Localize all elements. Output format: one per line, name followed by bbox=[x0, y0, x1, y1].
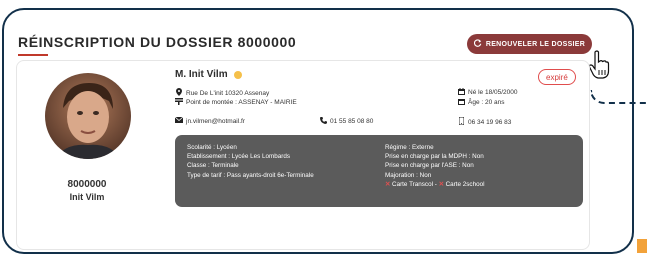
mobile-info: 06 34 19 96 83 bbox=[457, 116, 512, 127]
student-name: Init Vilm bbox=[69, 192, 105, 202]
mobile-icon bbox=[457, 116, 465, 127]
detail-ase: Prise en charge par l'ASE : Non bbox=[385, 162, 474, 170]
birth-info: Né le 18/05/2000 bbox=[457, 88, 518, 97]
bus-stop-icon bbox=[175, 98, 183, 107]
refresh-icon bbox=[473, 39, 482, 49]
detail-tarif: Type de tarif : Pass ayants-droit 6e-Ter… bbox=[187, 171, 314, 179]
age-text: Âge : 20 ans bbox=[468, 99, 505, 106]
address-text: Rue De L'init 10320 Assenay bbox=[186, 89, 270, 97]
card-2school: Carte 2school bbox=[445, 180, 485, 188]
x-icon: ✕ bbox=[438, 180, 444, 188]
card-transcol: Carte Transcol bbox=[392, 180, 433, 188]
student-fullname-row: M. Init Vilm bbox=[175, 69, 242, 80]
renew-dossier-label: RENOUVELER LE DOSSIER bbox=[485, 40, 586, 48]
phone-info: 01 55 85 08 80 bbox=[319, 117, 373, 126]
schooling-details: Scolarité : Lycéen Etablissement : Lycée… bbox=[175, 135, 583, 207]
student-panel: 8000000 Init Vilm M. Init Vilm expiré Ru… bbox=[16, 60, 590, 250]
email-info: jn.vilmen@hotmail.fr bbox=[174, 116, 245, 125]
student-id: 8000000 bbox=[67, 179, 107, 190]
status-dot-icon bbox=[233, 70, 242, 79]
address-info: Rue De L'init 10320 Assenay bbox=[175, 88, 269, 98]
envelope-icon bbox=[174, 116, 184, 125]
details-right-column: Régime : Externe Prise en charge par la … bbox=[385, 143, 484, 189]
detail-regime: Régime : Externe bbox=[385, 144, 434, 151]
pickup-info: Point de montée : ASSENAY - MAIRIE bbox=[175, 98, 297, 107]
x-icon: ✕ bbox=[385, 180, 391, 188]
birth-text: Né le 18/05/2000 bbox=[468, 89, 518, 96]
corner-accent bbox=[637, 239, 647, 253]
phone-text: 01 55 85 08 80 bbox=[330, 118, 374, 125]
renew-dossier-button[interactable]: RENOUVELER LE DOSSIER bbox=[467, 34, 592, 54]
detail-classe: Classe : Terminale bbox=[187, 162, 239, 170]
page-title: RÉINSCRIPTION DU DOSSIER 8000000 bbox=[18, 34, 297, 50]
hand-pointer-icon bbox=[588, 50, 610, 80]
title-underline bbox=[18, 54, 48, 56]
map-pin-icon bbox=[175, 88, 183, 98]
status-badge: expiré bbox=[538, 69, 576, 85]
student-avatar bbox=[45, 73, 131, 159]
pickup-text: Point de montée : ASSENAY - MAIRIE bbox=[186, 99, 297, 106]
age-info: Âge : 20 ans bbox=[457, 98, 505, 107]
calendar-icon bbox=[457, 88, 465, 97]
detail-scolarite: Scolarité : Lycéen bbox=[187, 144, 237, 151]
details-left-column: Scolarité : Lycéen Etablissement : Lycée… bbox=[187, 143, 314, 180]
reinscription-card: RÉINSCRIPTION DU DOSSIER 8000000 RENOUVE… bbox=[10, 16, 630, 250]
detail-etablissement: Etablissement : Lycée Les Lombards bbox=[187, 153, 291, 161]
calendar-icon bbox=[457, 98, 465, 107]
detail-cards: ✕ Carte Transcol - ✕ Carte 2school bbox=[385, 180, 485, 188]
detail-majoration: Majoration : Non bbox=[385, 171, 432, 179]
detail-mdph: Prise en charge par la MDPH : Non bbox=[385, 153, 484, 161]
mobile-text: 06 34 19 96 83 bbox=[468, 118, 512, 126]
phone-icon bbox=[319, 117, 327, 126]
email-text: jn.vilmen@hotmail.fr bbox=[186, 117, 245, 125]
student-fullname: M. Init Vilm bbox=[175, 69, 228, 80]
